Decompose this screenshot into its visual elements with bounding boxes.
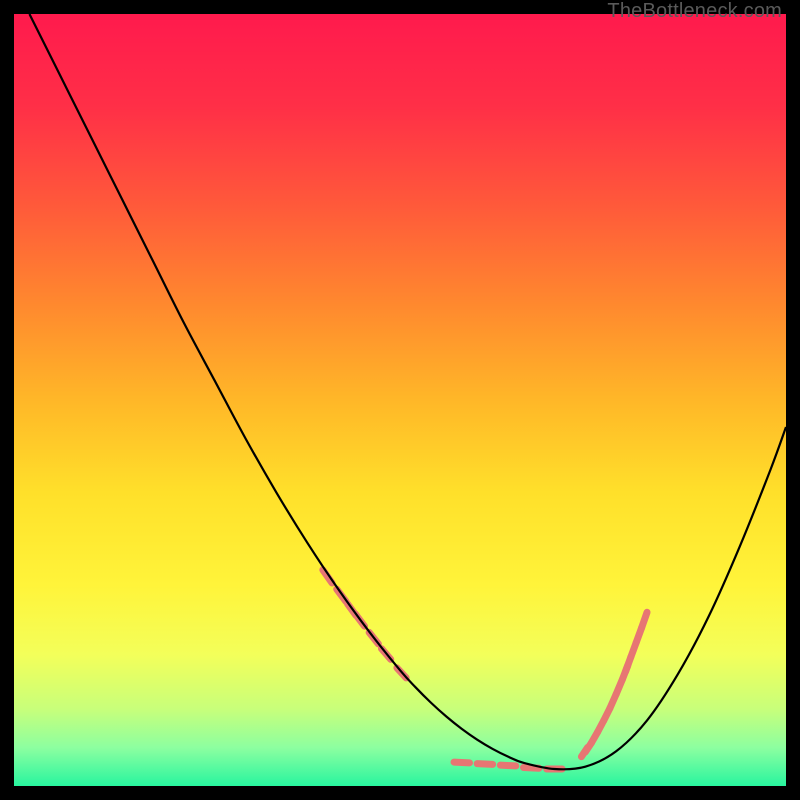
bottleneck-chart (14, 14, 786, 786)
highlight-dash (454, 762, 469, 763)
highlight-dash (477, 764, 492, 765)
highlight-dash (524, 767, 539, 768)
highlight-dash (500, 765, 515, 766)
chart-frame (14, 14, 786, 786)
watermark-label: TheBottleneck.com (607, 0, 782, 23)
